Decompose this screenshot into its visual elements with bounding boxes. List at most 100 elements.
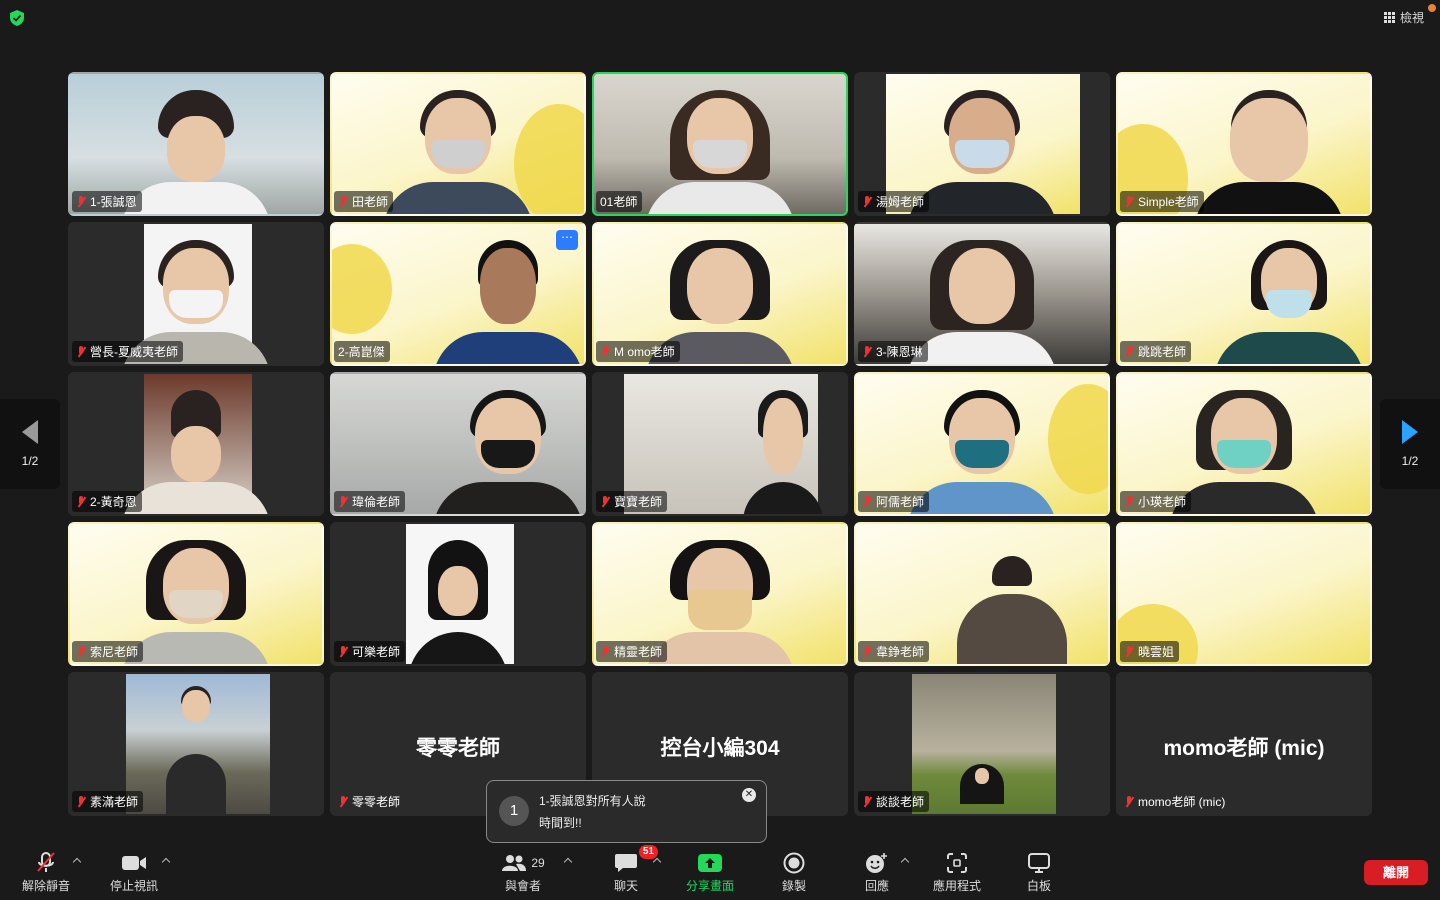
mic-muted-icon xyxy=(600,345,610,358)
participant-tile[interactable]: 談談老師 xyxy=(854,672,1110,816)
participant-name-label: 田老師 xyxy=(334,191,394,212)
leave-meeting-button[interactable]: 離開 xyxy=(1364,860,1428,885)
participant-tile[interactable]: 小瑛老師 xyxy=(1116,372,1372,516)
participant-name-label: 零零老師 xyxy=(334,791,405,812)
participant-display-name: 零零老師 xyxy=(416,737,500,760)
participant-count: 29 xyxy=(531,856,545,870)
participant-tile[interactable]: 跳跳老師 xyxy=(1116,222,1372,366)
participant-tile[interactable]: 湯姆老師 xyxy=(854,72,1110,216)
video-options-caret[interactable] xyxy=(161,856,171,866)
participant-name-label: 阿儒老師 xyxy=(858,491,930,512)
record-button[interactable]: 錄製 xyxy=(754,850,834,894)
more-options-button[interactable]: ⋯ xyxy=(556,230,578,250)
security-shield-icon[interactable] xyxy=(10,10,24,26)
mic-muted-icon xyxy=(338,795,348,808)
mic-muted-icon xyxy=(76,645,86,658)
participant-name-label: 談談老師 xyxy=(858,791,930,812)
participant-video xyxy=(121,76,271,214)
participants-options-caret[interactable] xyxy=(563,856,573,866)
participant-name-label: M omo老師 xyxy=(596,341,680,362)
chat-message: 時間到!! xyxy=(539,816,582,830)
participant-tile[interactable]: ⋯ 2-高崑傑 xyxy=(330,222,586,366)
mic-muted-icon xyxy=(600,495,610,508)
participants-button[interactable]: 29 與會者 xyxy=(483,850,563,894)
participant-tile[interactable]: 1-張誠恩 xyxy=(68,72,324,216)
mic-muted-icon xyxy=(862,345,872,358)
participant-name-label: momo老師 (mic) xyxy=(1120,791,1230,812)
mic-muted-icon xyxy=(862,645,872,658)
participant-video xyxy=(383,526,533,664)
participant-tile[interactable]: 可樂老師 xyxy=(330,522,586,666)
participant-video xyxy=(1194,76,1345,214)
participants-icon xyxy=(502,855,527,871)
mic-muted-icon xyxy=(338,495,348,508)
participant-video xyxy=(121,376,271,514)
participant-tile-no-video[interactable]: momo老師 (mic) momo老師 (mic) xyxy=(1116,672,1372,816)
arrow-left-icon xyxy=(22,420,38,444)
participant-video xyxy=(907,226,1057,364)
participant-tile[interactable]: 素滿老師 xyxy=(68,672,324,816)
chat-options-caret[interactable] xyxy=(652,856,662,866)
close-icon[interactable]: ✕ xyxy=(742,788,756,802)
whiteboard-icon xyxy=(1028,853,1050,873)
mic-muted-icon xyxy=(1124,195,1134,208)
participant-tile-active-speaker[interactable]: 01老師 xyxy=(592,72,848,216)
microphone-muted-icon xyxy=(37,852,55,872)
participant-name-label: 曉雲姐 xyxy=(1120,641,1180,662)
participant-tile[interactable]: 曉雲姐 xyxy=(1116,522,1372,666)
mic-muted-icon xyxy=(338,195,348,208)
participant-tile[interactable]: 瑋倫老師 xyxy=(330,372,586,516)
mic-muted-icon xyxy=(76,195,86,208)
participant-tile[interactable]: 寶寶老師 xyxy=(592,372,848,516)
participant-tile[interactable]: 3-陳恩琳 xyxy=(854,222,1110,366)
participant-tile[interactable]: 索尼老師 xyxy=(68,522,324,666)
participant-video xyxy=(645,526,795,664)
apps-icon xyxy=(947,853,967,873)
mic-muted-icon xyxy=(1124,645,1134,658)
whiteboard-button[interactable]: 白板 xyxy=(999,850,1079,894)
mic-muted-icon xyxy=(76,795,86,808)
participant-name-label: 小瑛老師 xyxy=(1120,491,1192,512)
participant-tile[interactable]: 精靈老師 xyxy=(592,522,848,666)
participant-tile[interactable]: M omo老師 xyxy=(592,222,848,366)
participant-video xyxy=(121,676,271,814)
participant-video xyxy=(645,76,795,214)
participant-name-label: 可樂老師 xyxy=(334,641,406,662)
page-indicator-right: 1/2 xyxy=(1401,454,1419,468)
page-indicator-left: 1/2 xyxy=(21,454,39,468)
unread-count-badge: 1 xyxy=(499,796,529,826)
participant-name-label: 跳跳老師 xyxy=(1120,341,1192,362)
next-page-button[interactable]: 1/2 xyxy=(1380,399,1440,489)
participant-name-label: 2-黃奇恩 xyxy=(72,491,142,512)
mic-muted-icon xyxy=(76,345,86,358)
participant-display-name: momo老師 (mic) xyxy=(1163,737,1325,760)
arrow-right-icon xyxy=(1402,420,1418,444)
mic-muted-icon xyxy=(862,195,872,208)
previous-page-button[interactable]: 1/2 xyxy=(0,399,60,489)
participant-tile[interactable]: Simple老師 xyxy=(1116,72,1372,216)
reactions-options-caret[interactable] xyxy=(900,856,910,866)
participant-name-label: 索尼老師 xyxy=(72,641,144,662)
participant-video xyxy=(121,526,271,664)
mic-muted-icon xyxy=(1124,495,1134,508)
participant-name-label: 01老師 xyxy=(596,191,643,212)
view-button[interactable]: 檢視 xyxy=(1383,9,1424,26)
participant-tile[interactable]: 韋錚老師 xyxy=(854,522,1110,666)
mic-muted-icon xyxy=(76,495,86,508)
participant-tile[interactable]: 2-黃奇恩 xyxy=(68,372,324,516)
video-gallery: 1-張誠恩 田老師 01老師 湯姆老師 Simple老師 營長-夏威夷老師 ⋯ … xyxy=(68,72,1372,816)
participant-video xyxy=(907,676,1057,814)
participant-tile[interactable]: 營長-夏威夷老師 xyxy=(68,222,324,366)
chat-notification-toast[interactable]: 1 1-張誠恩對所有人說 時間到!! ✕ xyxy=(486,780,767,843)
share-screen-button[interactable]: 分享畫面 xyxy=(670,850,750,894)
meeting-toolbar: 解除靜音 停止視訊 29 與會者 51 聊天 分享畫面 錄製 回應 應用程式 白… xyxy=(0,845,1440,900)
participant-video xyxy=(433,376,584,514)
audio-options-caret[interactable] xyxy=(72,856,82,866)
apps-button[interactable]: 應用程式 xyxy=(917,850,997,894)
participant-tile[interactable]: 阿儒老師 xyxy=(854,372,1110,516)
participant-video xyxy=(708,376,846,514)
participant-name-label: 營長-夏威夷老師 xyxy=(72,341,183,362)
participant-tile[interactable]: 田老師 xyxy=(330,72,586,216)
participant-name-label: 韋錚老師 xyxy=(858,641,930,662)
chat-sender: 1-張誠恩對所有人說 xyxy=(539,794,646,808)
